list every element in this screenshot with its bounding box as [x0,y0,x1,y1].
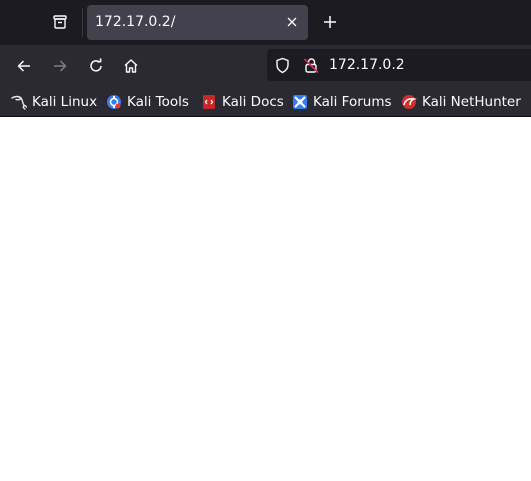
new-tab-button[interactable] [319,11,341,33]
bookmark-kali-docs[interactable]: Kali Docs [201,86,284,117]
forward-arrow-icon [54,60,67,72]
tab-overview-button[interactable] [48,10,72,34]
browser-window: 172.17.0.2/ 172.17.0.2 Kali Linux Kali T… [0,0,531,481]
page-content[interactable] [0,117,531,481]
bookmark-label: Kali Linux [32,93,98,110]
address-bar[interactable]: 172.17.0.2 [267,49,531,81]
back-button[interactable] [12,54,36,78]
reload-icon [90,58,102,72]
bookmark-kali-nethunter[interactable]: Kali NetHunter [401,86,521,117]
bookmark-kali-tools[interactable]: Kali Tools [106,86,189,117]
bookmark-label: Kali Docs [222,93,284,110]
bookmark-kali-linux[interactable]: Kali Linux [11,86,97,117]
tab-strip: 172.17.0.2/ [0,0,531,45]
reload-button[interactable] [84,54,108,78]
tracking-protection-shield-icon[interactable] [274,57,291,74]
tab-close-button[interactable] [284,14,300,30]
tab-title: 172.17.0.2/ [95,14,176,30]
bookmark-kali-forums[interactable]: Kali Forums [292,86,392,117]
close-icon [287,17,297,27]
kali-dragon-icon [11,95,27,110]
home-icon [124,59,138,73]
insecure-lock-icon[interactable] [303,57,320,74]
url-text[interactable]: 172.17.0.2 [329,49,405,81]
plus-icon [324,16,336,28]
tab-separator [82,8,83,37]
tab-active[interactable]: 172.17.0.2/ [87,5,308,40]
kali-forums-icon [293,94,307,109]
bookmark-label: Kali NetHunter [422,93,521,110]
bookmark-label: Kali Tools [127,93,189,110]
kali-docs-icon [203,94,215,109]
home-button[interactable] [119,54,143,78]
bookmarks-toolbar: Kali Linux Kali Tools Kali Docs Kali For… [0,86,531,117]
forward-button[interactable] [48,54,72,78]
navigation-toolbar: 172.17.0.2 [0,45,531,86]
back-arrow-icon [17,60,30,72]
tab-overview-icon [53,15,67,29]
kali-nethunter-icon [402,94,417,109]
kali-tools-icon [107,94,121,109]
bookmark-label: Kali Forums [313,93,392,110]
